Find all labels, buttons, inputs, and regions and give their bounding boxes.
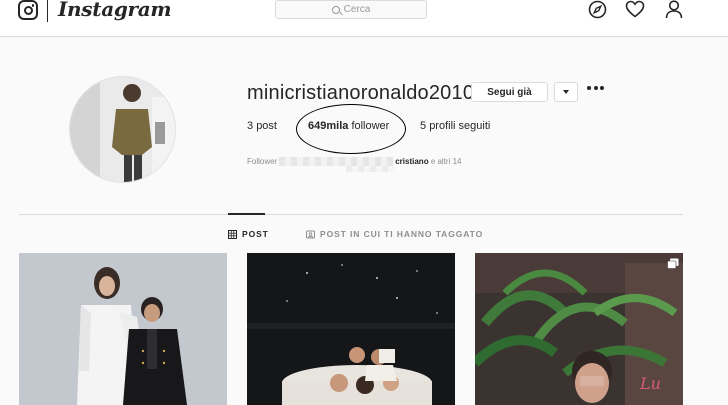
tab-posts-label: POST (242, 229, 269, 239)
instagram-wordmark[interactable]: Instagram (58, 0, 172, 21)
heart-icon[interactable] (625, 0, 645, 18)
suggestions-dropdown-button[interactable] (554, 82, 578, 102)
post-image (247, 253, 455, 405)
followed-by-line[interactable]: Follower cristiano e altri 14 (247, 157, 462, 166)
top-nav-bar: Instagram Cerca (0, 0, 728, 37)
dot-icon (587, 86, 591, 90)
hand-drawn-circle (296, 104, 406, 154)
chevron-down-icon (563, 90, 569, 94)
tag-icon (306, 230, 315, 238)
search-placeholder: Cerca (343, 4, 371, 15)
tab-tagged-label: POST IN CUI TI HANNO TAGGATO (320, 229, 484, 239)
post-thumbnail[interactable]: Lu (475, 253, 683, 405)
instagram-glyph-icon[interactable] (18, 0, 38, 20)
compass-icon[interactable] (588, 0, 607, 19)
post-image (19, 253, 227, 405)
posts-count: 3 (247, 120, 254, 132)
profile-avatar[interactable] (69, 76, 176, 183)
search-input[interactable]: Cerca (275, 0, 427, 19)
followed-by-prefix: Follower (247, 157, 278, 166)
carousel-icon (667, 258, 679, 269)
following-button[interactable]: Segui già (471, 82, 548, 102)
svg-text:Lu: Lu (639, 374, 661, 393)
active-tab-indicator (228, 213, 265, 215)
post-thumbnail[interactable] (247, 253, 455, 405)
tab-tagged[interactable]: POST IN CUI TI HANNO TAGGATO (306, 229, 483, 239)
search-icon (331, 5, 340, 14)
nav-divider (47, 0, 48, 22)
following-label: profili seguiti (429, 120, 491, 132)
post-thumbnail[interactable] (19, 253, 227, 405)
blurred-names (279, 157, 394, 166)
posts-stat: 3 post (247, 120, 277, 132)
avatar-photo (70, 77, 175, 182)
following-stat[interactable]: 5 profili seguiti (420, 120, 490, 132)
blurred-bio (346, 166, 394, 172)
profile-username: minicristianoronaldo2010 (247, 82, 475, 104)
posts-label: post (256, 120, 277, 132)
following-count: 5 (420, 120, 427, 132)
post-image: Lu (475, 253, 683, 405)
followed-by-suffix: e altri 14 (430, 157, 462, 166)
tab-posts[interactable]: POST (228, 229, 269, 239)
dot-icon (593, 86, 598, 90)
person-icon[interactable] (665, 0, 683, 19)
followed-by-name: cristiano (395, 157, 429, 166)
dot-icon (600, 86, 604, 90)
more-options-button[interactable] (587, 86, 604, 90)
tabs-divider (19, 214, 683, 215)
grid-icon (228, 229, 237, 239)
